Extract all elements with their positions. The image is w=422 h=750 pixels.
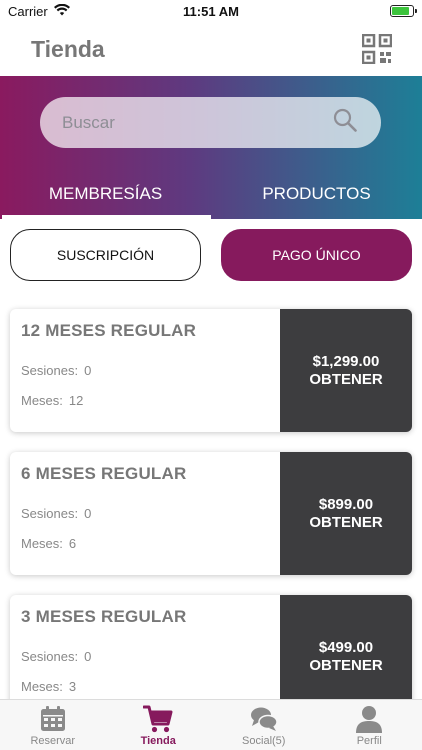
tabbar-reservar[interactable]: Reservar xyxy=(0,700,106,750)
meses-label: Meses: xyxy=(21,536,63,551)
meses-value: 12 xyxy=(68,393,84,408)
meses-label: Meses: xyxy=(21,393,63,408)
battery-level xyxy=(392,7,409,15)
suscripcion-button[interactable]: SUSCRIPCIÓN xyxy=(10,229,201,281)
tabbar-perfil[interactable]: Perfil xyxy=(317,700,422,750)
meses-value: 6 xyxy=(68,536,77,551)
card-info: 6 MESES REGULAR Sesiones: 0 Meses: 6 xyxy=(10,452,280,575)
header: Tienda xyxy=(0,22,422,76)
price-label: $499.00 xyxy=(318,638,374,656)
payment-type-selector: SUSCRIPCIÓN PAGO ÚNICO xyxy=(10,229,412,281)
card-title: 6 MESES REGULAR xyxy=(21,464,187,483)
search-input[interactable] xyxy=(62,112,312,133)
meses-label: Meses: xyxy=(21,679,63,694)
sesiones-label: Sesiones: xyxy=(21,649,79,664)
card-sesiones: Sesiones: 0 xyxy=(21,363,280,378)
meses-value: 3 xyxy=(68,679,77,694)
membership-card: 6 MESES REGULAR Sesiones: 0 Meses: 6 $899.… xyxy=(10,452,412,575)
pago-unico-button[interactable]: PAGO ÚNICO xyxy=(221,229,412,281)
wifi-icon xyxy=(53,3,70,19)
tab-productos[interactable]: PRODUCTOS xyxy=(211,176,422,219)
status-left: Carrier xyxy=(8,3,70,19)
card-meses: Meses: 3 xyxy=(21,679,280,694)
qr-code-icon[interactable] xyxy=(361,33,393,65)
chat-icon xyxy=(250,707,278,731)
battery-icon xyxy=(390,5,417,17)
sesiones-value: 0 xyxy=(84,506,92,521)
obtener-label: OBTENER xyxy=(309,656,383,674)
card-sesiones: Sesiones: 0 xyxy=(21,649,280,664)
card-meses: Meses: 6 xyxy=(21,536,280,551)
card-sesiones: Sesiones: 0 xyxy=(21,506,280,521)
card-title: 3 MESES REGULAR xyxy=(21,607,187,626)
card-title: 12 MESES REGULAR xyxy=(21,321,197,340)
calendar-icon xyxy=(40,706,65,731)
tabbar-perfil-label: Perfil xyxy=(356,735,382,747)
person-icon xyxy=(356,706,383,733)
price-label: $899.00 xyxy=(318,495,374,513)
store-banner: MEMBRESÍAS PRODUCTOS xyxy=(0,76,422,219)
card-meses: Meses: 12 xyxy=(21,393,280,408)
bottom-tab-bar: Reservar Tienda Social(5) Perfil xyxy=(0,699,422,750)
cart-icon xyxy=(143,705,173,733)
search-bar[interactable] xyxy=(40,97,381,148)
tab-membresias[interactable]: MEMBRESÍAS xyxy=(0,176,211,219)
obtener-button[interactable]: $899.00 OBTENER xyxy=(280,452,412,575)
page-title: Tienda xyxy=(31,35,105,62)
sesiones-label: Sesiones: xyxy=(21,506,79,521)
status-bar: Carrier 11:51 AM xyxy=(0,0,422,22)
price-label: $1,299.00 xyxy=(312,352,380,370)
obtener-label: OBTENER xyxy=(309,513,383,531)
tabbar-social[interactable]: Social(5) xyxy=(211,700,317,750)
search-icon[interactable] xyxy=(333,108,357,137)
tabbar-social-label: Social(5) xyxy=(242,735,286,747)
sesiones-value: 0 xyxy=(84,363,92,378)
tabbar-tienda[interactable]: Tienda xyxy=(106,700,212,750)
store-tabs: MEMBRESÍAS PRODUCTOS xyxy=(0,176,422,219)
sesiones-value: 0 xyxy=(84,649,92,664)
card-info: 12 MESES REGULAR Sesiones: 0 Meses: 12 xyxy=(10,309,280,432)
membership-card: 12 MESES REGULAR Sesiones: 0 Meses: 12 $1,… xyxy=(10,309,412,432)
carrier-label: Carrier xyxy=(8,3,48,19)
tabbar-reservar-label: Reservar xyxy=(30,735,76,747)
tabbar-tienda-label: Tienda xyxy=(140,735,176,747)
obtener-label: OBTENER xyxy=(309,370,383,388)
obtener-button[interactable]: $1,299.00 OBTENER xyxy=(280,309,412,432)
sesiones-label: Sesiones: xyxy=(21,363,79,378)
